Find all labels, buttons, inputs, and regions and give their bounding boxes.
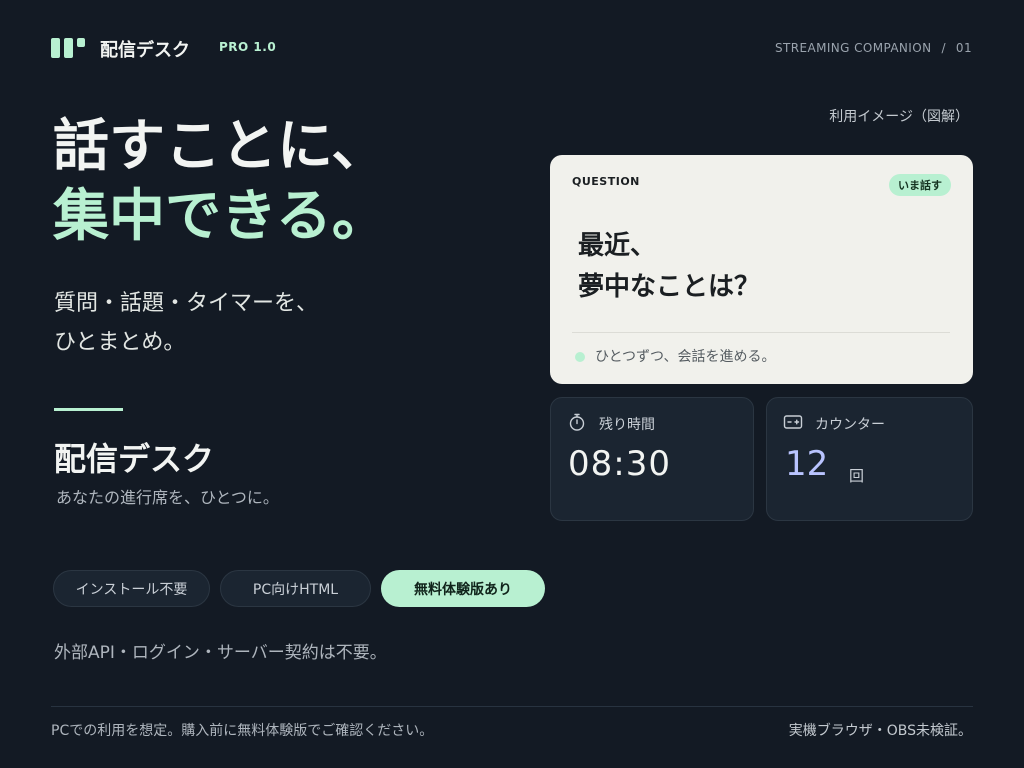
counter-card: カウンター 12 回 [766,397,973,521]
now-talking-badge: いま話す [889,174,951,196]
subheadline-line-2: ひとまとめ。 [54,330,186,355]
stopwatch-icon [569,413,585,431]
subheadline-line-1: 質問・話題・タイマーを、 [54,291,319,316]
footer-divider [51,706,973,707]
tagline: あなたの進行席を、ひとつに。 [56,488,279,507]
counter-label: カウンター [815,417,885,433]
chip-free-trial: 無料体験版あり [381,570,545,607]
question-label: QUESTION [572,175,640,188]
page-number: 01 [955,41,972,55]
section-label: STREAMING COMPANION [775,41,932,55]
question-text-line-1: 最近、 [578,231,657,261]
brand-name: 配信デスク [100,40,190,61]
version-badge: PRO 1.0 [219,40,277,54]
question-text-line-2: 夢中なことは？ [578,272,761,302]
chip-pc-html: PC向けHTML [220,570,371,607]
app-name: 配信デスク [54,440,215,478]
requirements-note: 外部API・ログイン・サーバー契約は不要。 [54,643,387,663]
section-indicator: STREAMING COMPANION / 01 [775,41,972,55]
status-dot-icon [575,352,585,362]
footer-disclaimer: PCでの利用を想定。購入前に無料体験版でご確認ください。 [51,723,434,739]
accent-divider [54,408,123,411]
separator: / [941,41,946,55]
counter-icon [783,415,803,429]
app-logo-icon [51,38,86,60]
headline-line-1: 話すことに、 [53,114,388,179]
footer-notice: 実機ブラウザ・OBS未検証。 [788,723,972,739]
card-divider [572,332,950,333]
timer-label: 残り時間 [599,417,655,433]
counter-value: 12 [785,444,829,484]
question-card: QUESTION いま話す 最近、 夢中なことは？ ひとつずつ、会話を進める。 [550,155,973,384]
timer-card: 残り時間 08:30 [550,397,754,521]
counter-unit: 回 [849,467,865,485]
chip-no-install: インストール不要 [53,570,210,607]
timer-value: 08:30 [568,444,671,484]
headline-line-2: 集中できる。 [53,184,388,249]
question-hint: ひとつずつ、会話を進める。 [595,349,776,365]
image-caption: 利用イメージ（図解） [829,109,969,125]
